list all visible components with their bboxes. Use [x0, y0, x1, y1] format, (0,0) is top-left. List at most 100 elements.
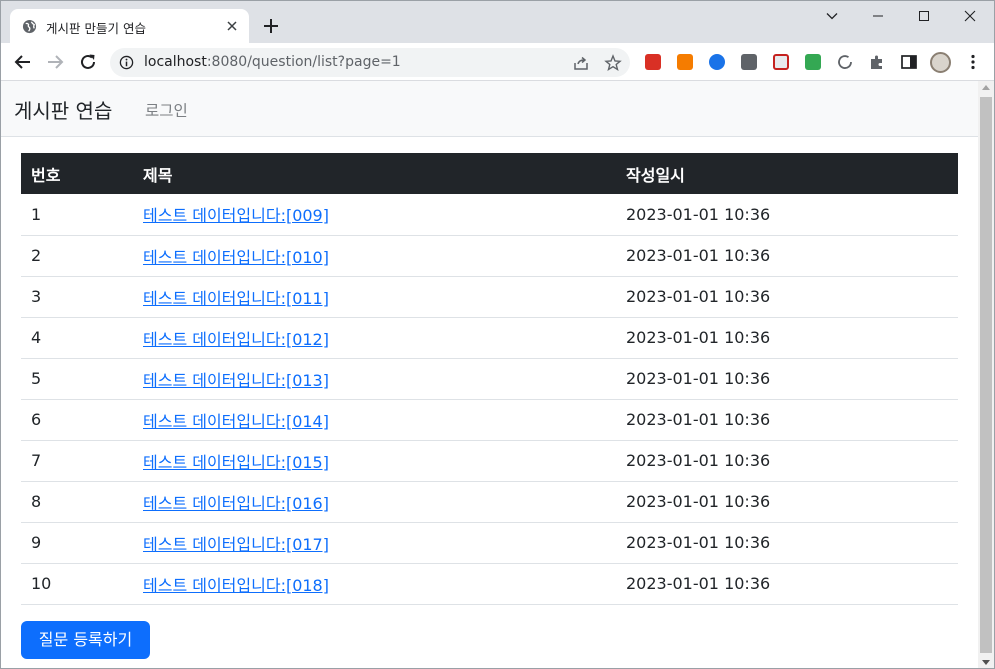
- browser-toolbar: localhost:8080/question/list?page=1: [1, 43, 994, 81]
- row-title-cell: 테스트 데이터입니다:[010]: [133, 235, 616, 277]
- row-title-cell: 테스트 데이터입니다:[017]: [133, 522, 616, 564]
- tab-search-button[interactable]: [809, 5, 855, 29]
- row-created: 2023-01-01 10:36: [616, 481, 958, 523]
- scroll-thumb[interactable]: [980, 97, 992, 653]
- page-viewport: 게시판 연습 로그인 번호 제목 작성일시 1 테스트 데이터입니다:[009] 2…: [1, 81, 978, 668]
- close-icon: [964, 10, 976, 22]
- question-link[interactable]: 테스트 데이터입니다:[016]: [143, 494, 329, 513]
- register-question-button[interactable]: 질문 등록하기: [21, 621, 150, 659]
- row-title-cell: 테스트 데이터입니다:[012]: [133, 317, 616, 359]
- table-row: 5 테스트 데이터입니다:[013] 2023-01-01 10:36: [21, 358, 958, 400]
- star-icon[interactable]: [604, 54, 622, 72]
- question-link[interactable]: 테스트 데이터입니다:[009]: [143, 206, 329, 225]
- extension-green-icon[interactable]: [805, 54, 821, 70]
- row-created: 2023-01-01 10:36: [616, 399, 958, 441]
- row-number: 4: [21, 317, 133, 359]
- question-link[interactable]: 테스트 데이터입니다:[013]: [143, 371, 329, 390]
- kebab-menu-icon[interactable]: [964, 53, 982, 71]
- table-row: 2 테스트 데이터입니다:[010] 2023-01-01 10:36: [21, 235, 958, 277]
- header-title: 제목: [143, 165, 173, 185]
- maximize-icon: [919, 11, 929, 21]
- table-row: 10 테스트 데이터입니다:[018] 2023-01-01 10:36: [21, 563, 958, 605]
- table-header-row: 번호 제목 작성일시: [21, 153, 958, 194]
- table-row: 7 테스트 데이터입니다:[015] 2023-01-01 10:36: [21, 440, 958, 482]
- row-title-cell: 테스트 데이터입니다:[016]: [133, 481, 616, 523]
- row-created: 2023-01-01 10:36: [616, 317, 958, 359]
- question-link[interactable]: 테스트 데이터입니다:[018]: [143, 576, 329, 595]
- row-number: 10: [21, 563, 133, 605]
- row-title-cell: 테스트 데이터입니다:[018]: [133, 563, 616, 605]
- row-created: 2023-01-01 10:36: [616, 276, 958, 318]
- table-row: 8 테스트 데이터입니다:[016] 2023-01-01 10:36: [21, 481, 958, 523]
- extension-gray-icon[interactable]: [741, 54, 757, 70]
- table-body: 1 테스트 데이터입니다:[009] 2023-01-01 10:36 2 테스트 데이…: [21, 194, 958, 605]
- extension-blue-icon[interactable]: [709, 54, 725, 70]
- question-link[interactable]: 테스트 데이터입니다:[017]: [143, 535, 329, 554]
- row-title-cell: 테스트 데이터입니다:[015]: [133, 440, 616, 482]
- avatar[interactable]: [930, 52, 951, 73]
- share-icon[interactable]: [572, 54, 590, 72]
- scroll-down-arrow-icon[interactable]: [982, 660, 990, 665]
- extension-window-icon[interactable]: [773, 54, 789, 70]
- row-title-cell: 테스트 데이터입니다:[011]: [133, 276, 616, 318]
- row-number: 6: [21, 399, 133, 441]
- chevron-down-icon: [826, 13, 838, 20]
- question-link[interactable]: 테스트 데이터입니다:[012]: [143, 330, 329, 349]
- question-table: 번호 제목 작성일시 1 테스트 데이터입니다:[009] 2023-01-01 1…: [21, 153, 958, 605]
- reload-icon[interactable]: [77, 51, 99, 73]
- question-link[interactable]: 테스트 데이터입니다:[014]: [143, 412, 329, 431]
- row-number: 2: [21, 235, 133, 277]
- side-panel-icon[interactable]: [900, 53, 918, 71]
- row-created: 2023-01-01 10:36: [616, 358, 958, 400]
- row-number: 8: [21, 481, 133, 523]
- url-text: localhost:8080/question/list?page=1: [144, 54, 401, 70]
- puzzle-icon[interactable]: [868, 53, 886, 71]
- navbar-brand[interactable]: 게시판 연습: [14, 95, 112, 124]
- row-number: 1: [21, 194, 133, 236]
- maximize-button[interactable]: [901, 5, 947, 29]
- row-created: 2023-01-01 10:36: [616, 194, 958, 236]
- question-link[interactable]: 테스트 데이터입니다:[011]: [143, 289, 329, 308]
- table-row: 4 테스트 데이터입니다:[012] 2023-01-01 10:36: [21, 317, 958, 359]
- info-icon[interactable]: [119, 55, 134, 70]
- question-link[interactable]: 테스트 데이터입니다:[010]: [143, 248, 329, 267]
- table-row: 9 테스트 데이터입니다:[017] 2023-01-01 10:36: [21, 522, 958, 564]
- sync-icon[interactable]: [836, 53, 854, 71]
- row-number: 9: [21, 522, 133, 564]
- row-number: 7: [21, 440, 133, 482]
- question-link[interactable]: 테스트 데이터입니다:[015]: [143, 453, 329, 472]
- table-row: 3 테스트 데이터입니다:[011] 2023-01-01 10:36: [21, 276, 958, 318]
- table-row: 6 테스트 데이터입니다:[014] 2023-01-01 10:36: [21, 399, 958, 441]
- login-link[interactable]: 로그인: [145, 99, 188, 121]
- extension-orange-icon[interactable]: [677, 54, 693, 70]
- table-row: 1 테스트 데이터입니다:[009] 2023-01-01 10:36: [21, 194, 958, 236]
- navbar: 게시판 연습 로그인: [1, 81, 978, 137]
- row-created: 2023-01-01 10:36: [616, 440, 958, 482]
- tab-title: 게시판 만들기 연습: [46, 21, 146, 36]
- scrollbar[interactable]: [978, 81, 994, 668]
- row-title-cell: 테스트 데이터입니다:[014]: [133, 399, 616, 441]
- back-arrow-icon[interactable]: [12, 51, 34, 73]
- row-number: 5: [21, 358, 133, 400]
- row-created: 2023-01-01 10:36: [616, 522, 958, 564]
- address-bar[interactable]: localhost:8080/question/list?page=1: [110, 48, 630, 77]
- header-number: 번호: [31, 165, 61, 185]
- browser-tab[interactable]: 게시판 만들기 연습: [10, 9, 249, 43]
- globe-icon: [22, 19, 37, 34]
- row-title-cell: 테스트 데이터입니다:[013]: [133, 358, 616, 400]
- scroll-up-arrow-icon[interactable]: [982, 85, 990, 90]
- minimize-button[interactable]: [855, 5, 901, 29]
- row-title-cell: 테스트 데이터입니다:[009]: [133, 194, 616, 236]
- extension-red-icon[interactable]: [645, 54, 661, 70]
- row-created: 2023-01-01 10:36: [616, 563, 958, 605]
- new-tab-icon[interactable]: [261, 16, 281, 36]
- close-icon[interactable]: [224, 18, 240, 34]
- window-close-button[interactable]: [947, 5, 993, 29]
- browser-window: 게시판 만들기 연습 localhost:8080/question/list?…: [0, 0, 995, 669]
- url-host: localhost: [144, 54, 207, 70]
- forward-arrow-icon[interactable]: [44, 51, 66, 73]
- header-created: 작성일시: [626, 165, 685, 185]
- row-number: 3: [21, 276, 133, 318]
- minimize-icon: [873, 15, 883, 17]
- tab-strip: 게시판 만들기 연습: [1, 1, 994, 43]
